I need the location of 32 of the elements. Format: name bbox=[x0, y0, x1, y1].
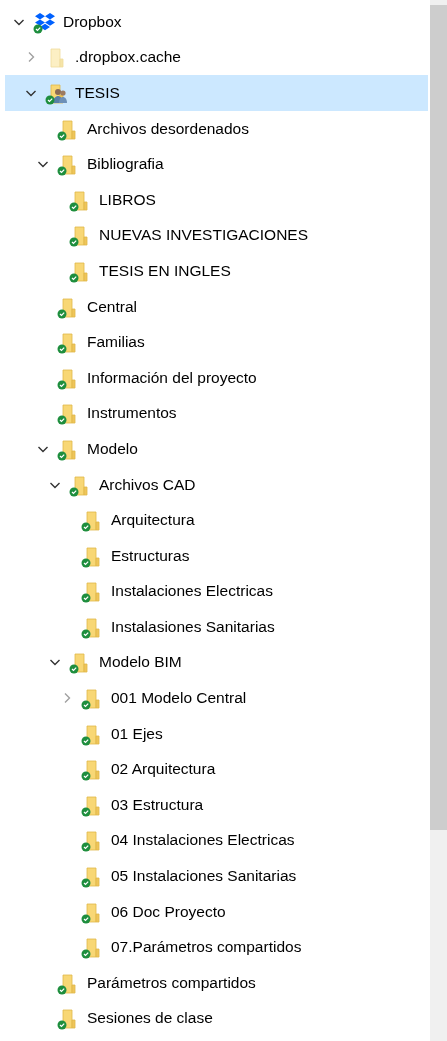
tree-item[interactable]: Instalasiones Sanitarias bbox=[5, 609, 428, 645]
tree-item[interactable]: LIBROS bbox=[5, 181, 428, 218]
tree-item[interactable]: Modelo bbox=[5, 431, 428, 467]
tree-item[interactable]: Sesiones de clase bbox=[5, 1000, 428, 1037]
tree-item[interactable]: Instalaciones Electricas bbox=[5, 573, 428, 610]
tree-item[interactable]: Archivos CAD bbox=[5, 466, 428, 503]
tree-item[interactable]: Instrumentos bbox=[5, 395, 428, 432]
tree-item[interactable]: 001 Modelo Central bbox=[5, 680, 428, 716]
tree-item[interactable]: Familias bbox=[5, 324, 428, 360]
tree-item[interactable]: Información del proyecto bbox=[5, 359, 428, 396]
tree-item[interactable]: 03 Estructura bbox=[5, 787, 428, 823]
tree-item[interactable]: .dropbox.cache bbox=[5, 39, 428, 76]
tree-item[interactable]: Modelo BIM bbox=[5, 644, 428, 681]
tree-item[interactable]: 04 Instalaciones Electricas bbox=[5, 822, 428, 859]
tree-item[interactable]: 07.Parámetros compartidos bbox=[5, 929, 428, 966]
scrollbar-thumb[interactable] bbox=[430, 5, 447, 830]
tree-item[interactable]: Central bbox=[5, 288, 428, 325]
tree-item[interactable]: Archivos desordenados bbox=[5, 110, 428, 147]
scrollbar[interactable] bbox=[430, 0, 447, 1041]
tree-item[interactable]: Dropbox bbox=[5, 4, 428, 40]
tree-item[interactable]: Bibliografia bbox=[5, 146, 428, 182]
tree-item[interactable]: 06 Doc Proyecto bbox=[5, 893, 428, 930]
tree-item[interactable]: NUEVAS INVESTIGACIONES bbox=[5, 217, 428, 254]
tree-item[interactable]: Parámetros compartidos bbox=[5, 965, 428, 1001]
shared-folder-icon bbox=[45, 81, 69, 105]
tree-item[interactable]: 01 Ejes bbox=[5, 715, 428, 752]
tree-item[interactable]: 05 Instalaciones Sanitarias bbox=[5, 858, 428, 894]
tree-item[interactable]: TESIS EN INGLES bbox=[5, 253, 428, 289]
tree-item[interactable]: Estructuras bbox=[5, 537, 428, 574]
tree-item[interactable]: Arquitectura bbox=[5, 502, 428, 538]
tree-item[interactable]: 02 Arquitectura bbox=[5, 751, 428, 788]
tree-item[interactable]: TESIS bbox=[5, 75, 428, 111]
